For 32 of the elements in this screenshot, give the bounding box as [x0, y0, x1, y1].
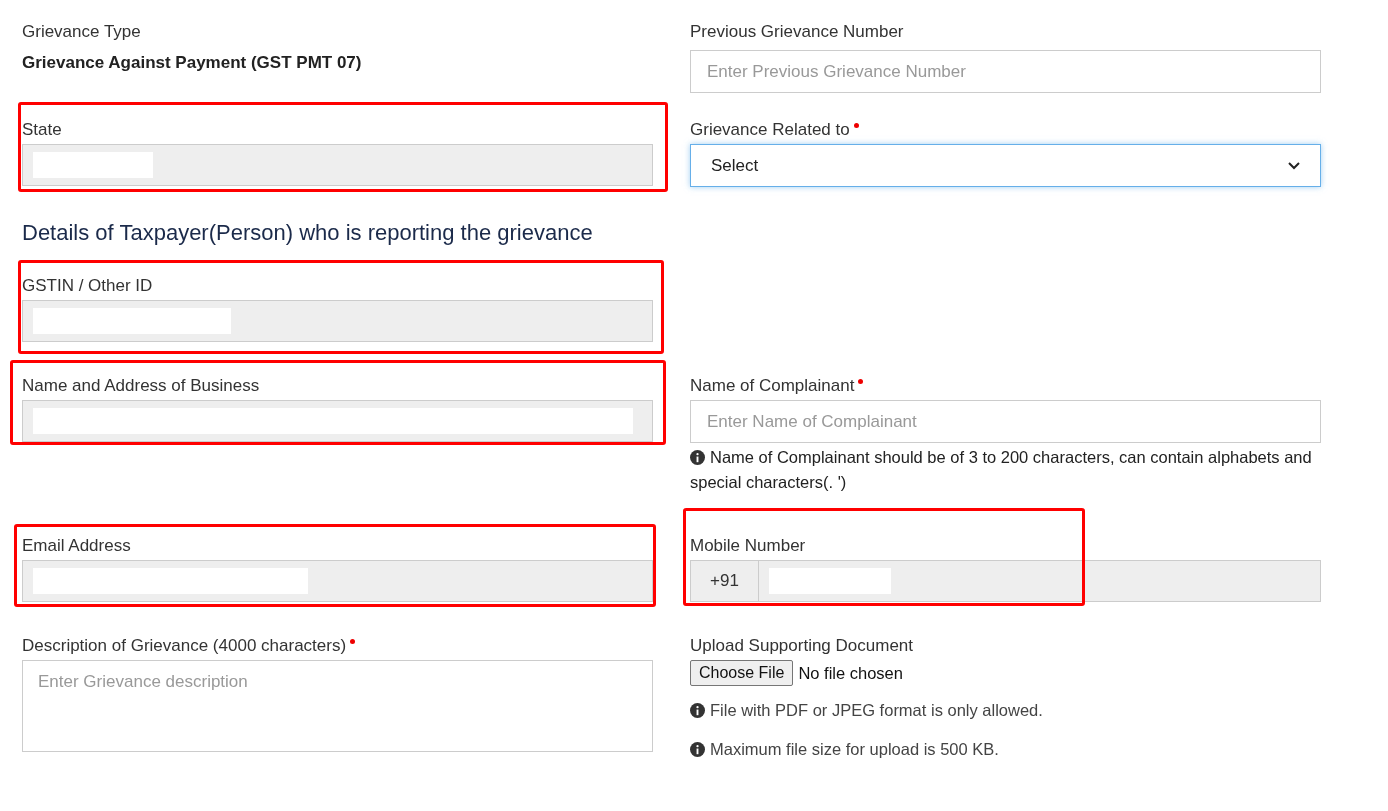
textarea-field[interactable]: Enter Grievance description: [22, 660, 653, 752]
field-label: Name of Complainant: [690, 375, 855, 397]
field-label: Upload Supporting Document: [690, 635, 914, 657]
field-label: GSTIN / Other ID: [22, 275, 153, 297]
grievance-type-value: Grievance Against Payment (GST PMT 07): [22, 52, 363, 74]
input-field[interactable]: Enter Previous Grievance Number: [690, 50, 1321, 93]
chevron-down-icon: [1288, 161, 1300, 170]
readonly-field[interactable]: [22, 144, 653, 186]
file-status: No file chosen: [798, 662, 903, 684]
field-label: Mobile Number: [690, 535, 806, 557]
field-label: Email Address: [22, 535, 131, 557]
choose-file-button[interactable]: Choose File: [690, 660, 794, 686]
field-label: Description of Grievance (4000 characters): [22, 635, 347, 657]
hint-text: Name of Complainant should be of 3 to 200 characters, can contain alphabets and special characters(. '): [690, 447, 1313, 493]
readonly-field[interactable]: [22, 400, 653, 442]
info-icon: [690, 450, 705, 465]
note-text: Maximum file size for upload is 500 KB.: [690, 736, 1321, 762]
info-icon: [690, 741, 705, 757]
field-label: Previous Grievance Number: [690, 21, 904, 43]
field-label: Grievance Related to: [690, 119, 850, 141]
country-code: +91: [691, 561, 759, 601]
note-text: File with PDF or JPEG format is only allowed.: [690, 698, 1321, 723]
readonly-field[interactable]: [22, 560, 653, 602]
readonly-field[interactable]: [22, 300, 653, 342]
field-label: Grievance Type: [22, 21, 141, 43]
input-field[interactable]: Enter Name of Complainant: [690, 400, 1321, 443]
readonly-field[interactable]: +91: [690, 560, 1321, 602]
info-icon: [690, 703, 705, 718]
select-dropdown[interactable]: Select: [690, 144, 1321, 187]
field-label: State: [22, 119, 62, 141]
field-label: Name and Address of Business: [22, 375, 260, 397]
section-heading: Details of Taxpayer(Person) who is reporting the grievance: [22, 219, 594, 247]
